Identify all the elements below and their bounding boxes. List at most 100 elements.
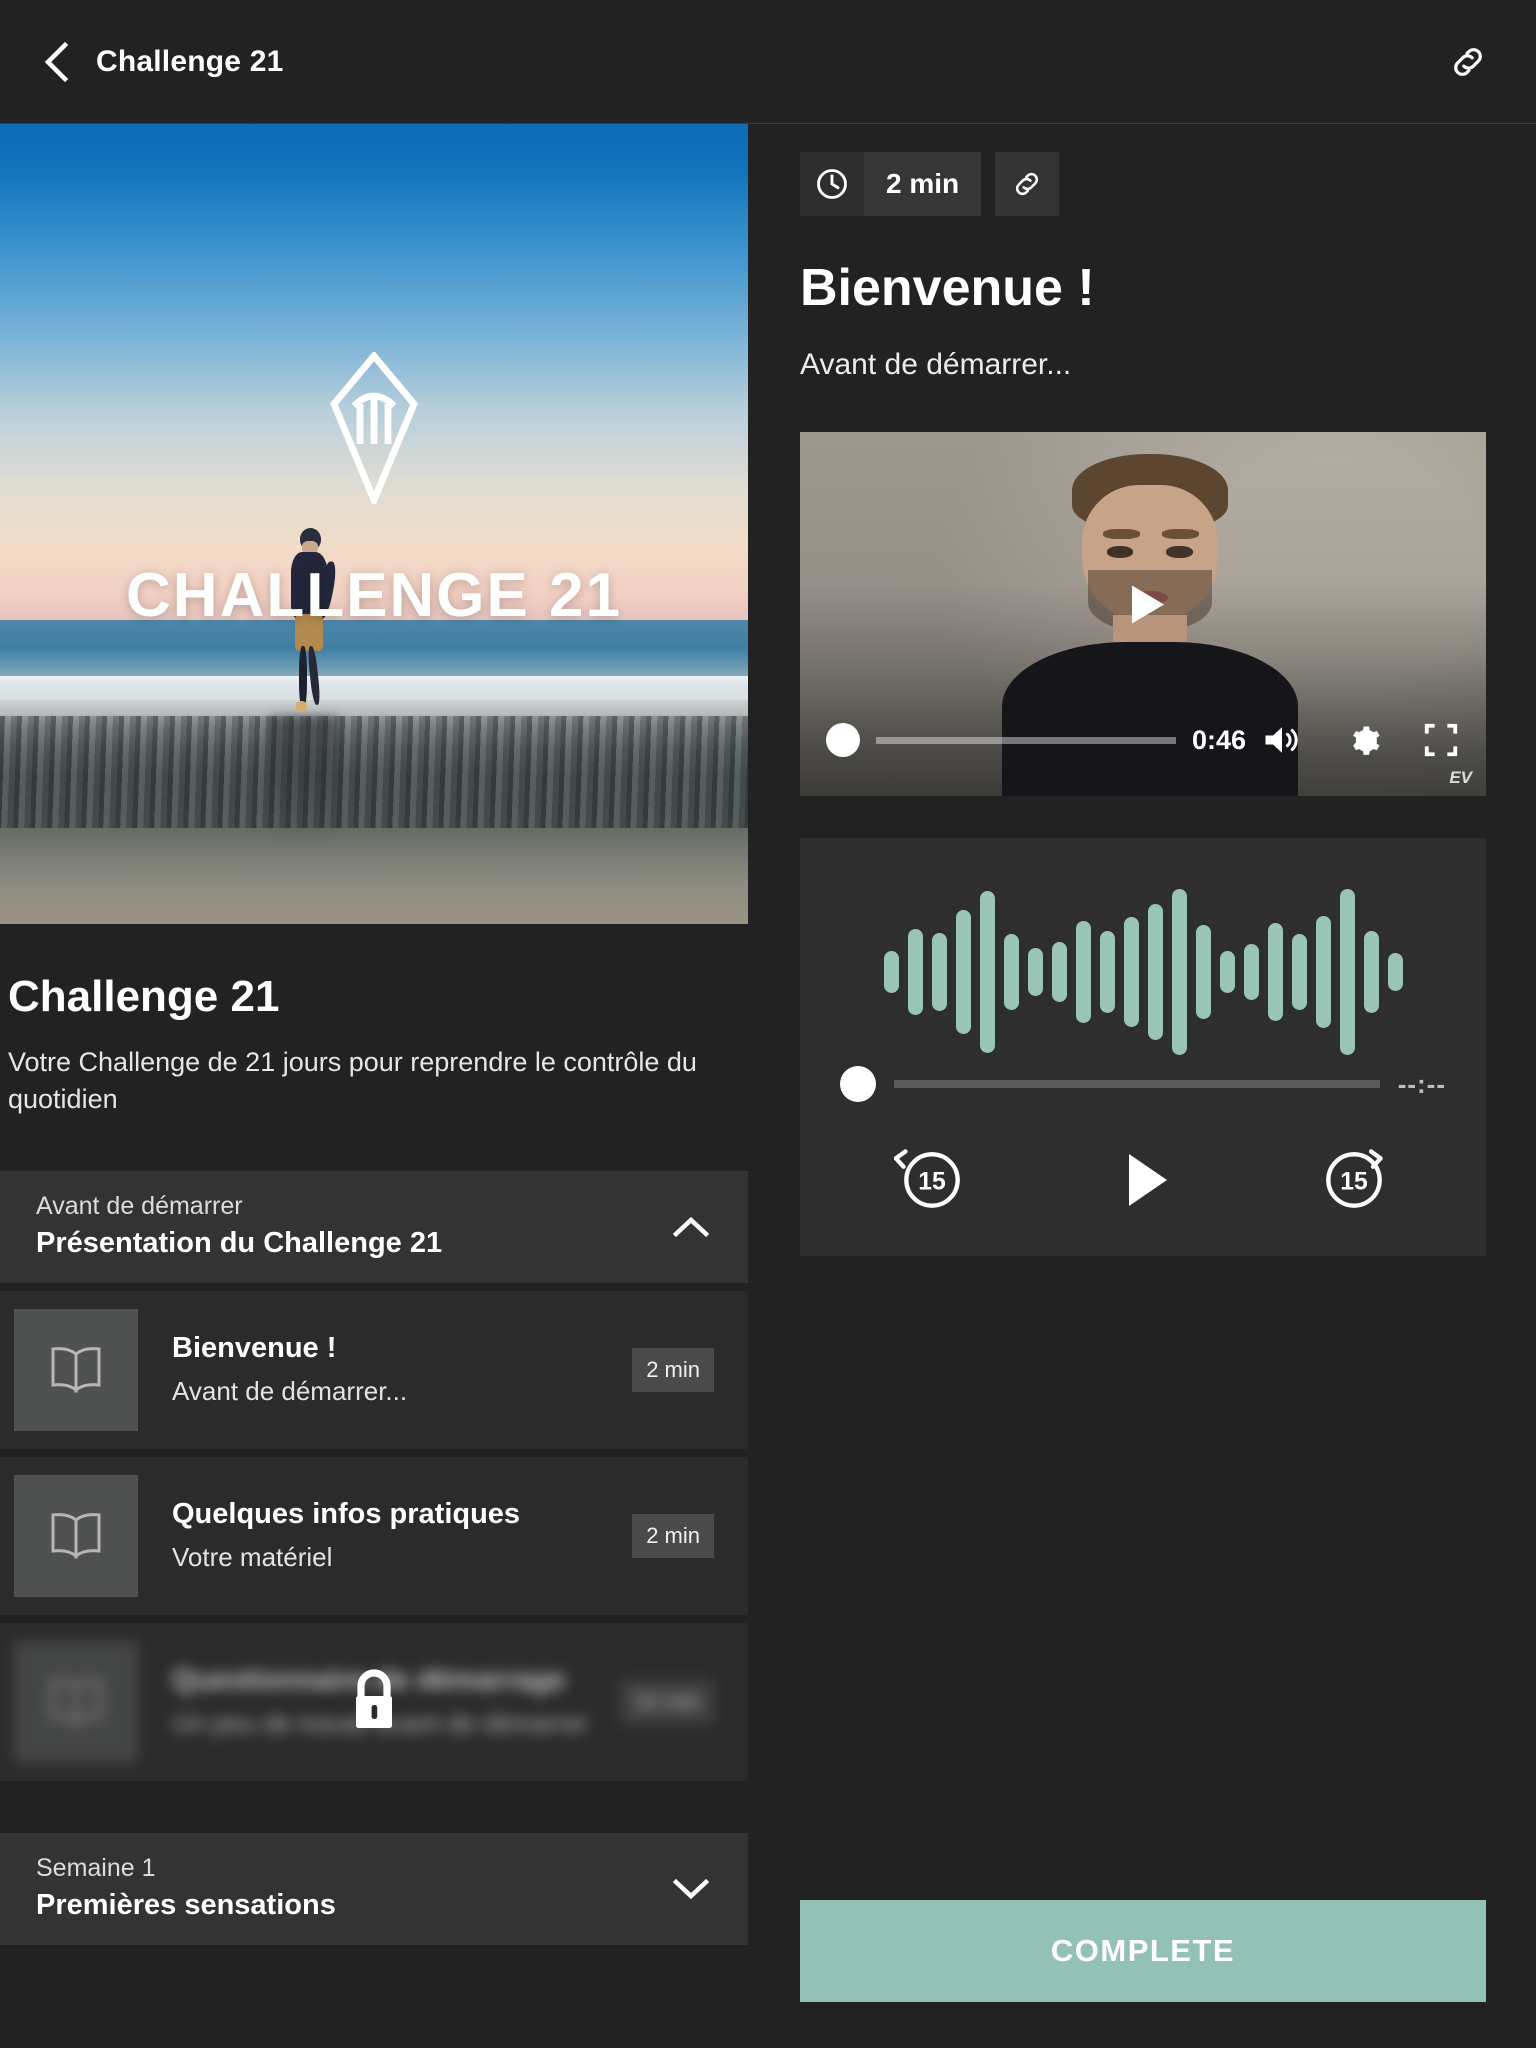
chevron-left-icon bbox=[44, 41, 69, 82]
section-header-semaine-1[interactable]: Semaine 1 Premières sensations bbox=[0, 1832, 748, 1945]
video-controls: 0:46 bbox=[800, 720, 1486, 760]
video-fullscreen-button[interactable] bbox=[1422, 721, 1460, 759]
back-button[interactable] bbox=[34, 40, 78, 84]
section-kicker: Semaine 1 bbox=[36, 1853, 156, 1882]
lesson-duration-chip: 2 min bbox=[800, 152, 982, 216]
lesson-subtitle: Avant de démarrer... bbox=[172, 1375, 408, 1406]
audio-scrubber: --:-- bbox=[840, 1066, 1446, 1102]
top-bar: Challenge 21 bbox=[0, 0, 1536, 124]
waveform-bar bbox=[1267, 923, 1283, 1021]
video-time: 0:46 bbox=[1191, 724, 1246, 755]
lesson-row-bienvenue[interactable]: Bienvenue ! Avant de démarrer... 2 min bbox=[0, 1290, 748, 1449]
waveform-bar bbox=[1387, 953, 1403, 991]
audio-time: --:-- bbox=[1397, 1068, 1446, 1099]
video-player[interactable]: 0:46 EV bbox=[800, 432, 1486, 796]
video-progress-handle[interactable] bbox=[826, 723, 860, 757]
book-icon bbox=[51, 1678, 101, 1725]
lesson-title: Quelques infos pratiques bbox=[172, 1498, 521, 1531]
lesson-detail-panel: 2 min Bienvenue ! Avant de démarrer... 0… bbox=[748, 124, 1536, 2048]
section-header-text: Semaine 1 Premières sensations bbox=[36, 1853, 668, 1925]
clock-icon bbox=[800, 152, 864, 216]
audio-progress-track[interactable] bbox=[894, 1080, 1380, 1088]
audio-rewind-15-button[interactable]: 15 bbox=[894, 1142, 970, 1218]
waveform-bar bbox=[1195, 925, 1211, 1019]
course-info: Challenge 21 Votre Challenge de 21 jours… bbox=[0, 924, 748, 1119]
chevron-up-icon[interactable] bbox=[668, 1204, 714, 1250]
waveform-bar bbox=[1219, 951, 1235, 993]
video-watermark: EV bbox=[1449, 768, 1472, 787]
chevron-down-icon[interactable] bbox=[668, 1866, 714, 1912]
waveform-bar bbox=[1243, 943, 1259, 1001]
waveform-bar bbox=[1123, 917, 1139, 1027]
audio-transport-controls: 15 15 bbox=[840, 1112, 1446, 1220]
lesson-subtitle: Un peu de travail avant de démarrer bbox=[172, 1707, 589, 1738]
volume-button[interactable] bbox=[1262, 722, 1302, 758]
book-icon bbox=[51, 1512, 101, 1559]
volume-icon bbox=[1265, 727, 1298, 753]
course-description: Votre Challenge de 21 jours pour reprend… bbox=[8, 1047, 697, 1115]
course-sidebar: CHALLENGE 21 Challenge 21 Votre Challeng… bbox=[0, 124, 748, 2048]
waveform-bar bbox=[1099, 930, 1115, 1014]
lesson-duration-badge: 2 min bbox=[632, 1347, 714, 1392]
svg-text:15: 15 bbox=[1340, 1169, 1368, 1196]
lesson-heading: Bienvenue ! bbox=[800, 259, 1095, 317]
page-title: Challenge 21 bbox=[96, 44, 284, 78]
audio-progress-handle[interactable] bbox=[840, 1066, 876, 1102]
section-kicker: Avant de démarrer bbox=[36, 1191, 243, 1220]
hero-reflection bbox=[269, 716, 337, 844]
lesson-text: Bienvenue ! Avant de démarrer... bbox=[138, 1330, 632, 1408]
video-progress-track[interactable] bbox=[876, 736, 1176, 744]
video-play-button[interactable] bbox=[1106, 567, 1180, 646]
lesson-row-infos-pratiques[interactable]: Quelques infos pratiques Votre matériel … bbox=[0, 1456, 748, 1615]
section-name: Présentation du Challenge 21 bbox=[36, 1226, 443, 1259]
brand-logo-icon bbox=[326, 350, 422, 509]
course-player-page: Challenge 21 CHALLENGE 21 Challenge 21 V… bbox=[0, 0, 1536, 2048]
hero-overlay-text: CHALLENGE 21 bbox=[126, 561, 622, 630]
book-icon bbox=[51, 1346, 101, 1393]
audio-play-button[interactable] bbox=[1103, 1140, 1183, 1220]
lesson-row-questionnaire-locked[interactable]: Questionnaire de démarrage Un peu de tra… bbox=[0, 1622, 748, 1781]
lesson-thumbnail bbox=[14, 1308, 138, 1431]
play-icon bbox=[1129, 1154, 1167, 1206]
waveform-bar bbox=[931, 932, 947, 1012]
rewind-15-icon: 15 bbox=[894, 1149, 960, 1208]
waveform-bar bbox=[1027, 947, 1043, 997]
waveform-bar bbox=[979, 891, 995, 1053]
fullscreen-icon bbox=[1424, 723, 1458, 757]
share-link-button[interactable] bbox=[1442, 36, 1494, 88]
waveform-bar bbox=[1171, 889, 1187, 1055]
waveform-bar bbox=[1075, 921, 1091, 1023]
lesson-kicker: Avant de démarrer... bbox=[800, 348, 1072, 381]
lesson-text: Quelques infos pratiques Votre matériel bbox=[138, 1496, 632, 1574]
waveform-bar bbox=[1003, 934, 1019, 1010]
lesson-link-button[interactable] bbox=[995, 152, 1060, 216]
video-settings-button[interactable] bbox=[1344, 720, 1384, 760]
course-hero-image: CHALLENGE 21 bbox=[0, 124, 748, 924]
page-body: CHALLENGE 21 Challenge 21 Votre Challeng… bbox=[0, 124, 1536, 2048]
audio-player: --:-- 15 15 bbox=[800, 838, 1486, 1256]
lesson-subtitle: Votre matériel bbox=[172, 1541, 333, 1572]
hero-wet-sand bbox=[0, 716, 748, 828]
lesson-meta-row: 2 min bbox=[800, 152, 1486, 216]
waveform-bar bbox=[1315, 915, 1331, 1029]
lesson-title: Bienvenue ! bbox=[172, 1332, 337, 1365]
audio-waveform bbox=[840, 878, 1446, 1066]
waveform-bar bbox=[907, 928, 923, 1016]
forward-15-icon: 15 bbox=[1326, 1149, 1383, 1208]
section-name: Premières sensations bbox=[36, 1888, 336, 1921]
lesson-duration-badge: 10 min bbox=[619, 1679, 714, 1724]
section-header-presentation[interactable]: Avant de démarrer Présentation du Challe… bbox=[0, 1170, 748, 1283]
gear-icon bbox=[1353, 726, 1380, 755]
svg-text:15: 15 bbox=[918, 1169, 946, 1196]
link-icon bbox=[1016, 172, 1039, 196]
audio-forward-15-button[interactable]: 15 bbox=[1316, 1142, 1392, 1218]
lesson-title: Questionnaire de démarrage bbox=[172, 1664, 566, 1697]
waveform-bar bbox=[1363, 930, 1379, 1014]
waveform-bar bbox=[1339, 889, 1355, 1055]
waveform-bar bbox=[883, 951, 899, 993]
section-header-text: Avant de démarrer Présentation du Challe… bbox=[36, 1191, 668, 1263]
lesson-thumbnail bbox=[14, 1640, 138, 1763]
right-spacer bbox=[800, 1256, 1486, 1900]
waveform-bar bbox=[1051, 941, 1067, 1003]
complete-button[interactable]: COMPLETE bbox=[800, 1900, 1486, 2002]
